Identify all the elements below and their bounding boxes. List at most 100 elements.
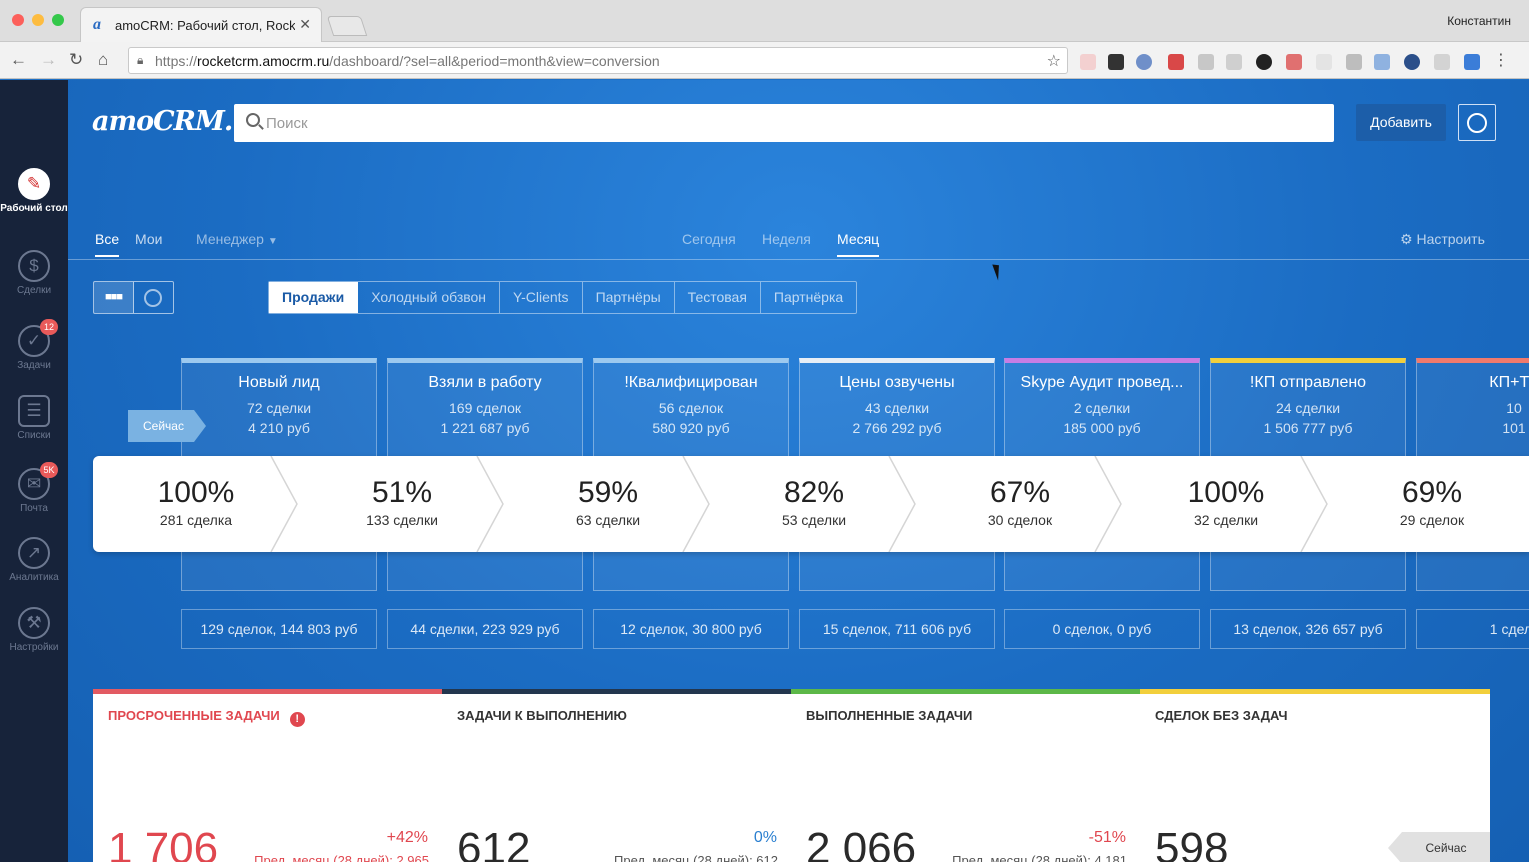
search-input[interactable] [266,104,1316,142]
pipeline-tab[interactable]: Партнёры [583,282,675,313]
browser-toolbar: ← → ↻ ⌂ 🔒︎ https://rocketcrm.amocrm.ru/d… [0,42,1529,79]
extension-icon[interactable] [1136,54,1152,70]
browser-tab[interactable]: a amoCRM: Рабочий стол, Rock ✕ [80,7,322,42]
stage-name: Skype Аудит провед... [1020,374,1184,391]
home-icon[interactable]: ⌂ [98,50,108,70]
tab-close-icon[interactable]: ✕ [299,16,311,33]
browser-menu-icon[interactable]: ⋮ [1493,50,1509,70]
recent-activity-button[interactable] [1458,104,1496,141]
extension-icon[interactable] [1080,54,1096,70]
sidebar-item-label: Почта [20,503,48,514]
stage-lost-deals[interactable]: 1 сделк [1416,609,1529,649]
pipeline-tab[interactable]: Партнёрка [761,282,856,313]
completed-tasks-card[interactable]: ВЫПОЛНЕННЫЕ ЗАДАЧИ 2 066 -51% Пред. меся… [791,689,1141,862]
stage-sum: 4 210 руб [248,420,310,436]
extension-icon[interactable] [1316,54,1332,70]
card-delta: 0% [753,829,777,846]
pipeline-tab[interactable]: Холодный обзвон [358,282,501,313]
stage-deal-count: 72 сделки [246,400,312,416]
stage-lost-deals[interactable]: 13 сделок, 326 657 руб [1210,609,1406,649]
now-label: Сейчас [1388,832,1490,862]
stage-lost-deals[interactable]: 0 сделок, 0 руб [1004,609,1200,649]
extension-icon[interactable] [1346,54,1362,70]
new-tab-button[interactable] [326,16,368,36]
url-scheme: https:// [155,53,198,69]
dashboard-icon: ✎ [18,168,50,200]
period-week[interactable]: Неделя [762,231,811,247]
deals-without-tasks-card[interactable]: СДЕЛОК БЕЗ ЗАДАЧ 598 Сейчас [1140,689,1490,862]
gear-icon: ⚙ [1400,231,1413,247]
tasks-count-badge: 12 [40,319,58,335]
stage-lost-deals[interactable]: 129 сделок, 144 803 руб [181,609,377,649]
pie-chart-icon[interactable] [144,289,162,307]
stage-lost-deals[interactable]: 15 сделок, 711 606 руб [799,609,995,649]
sidebar-item-deals[interactable]: $ Сделки [0,250,68,297]
sidebar-item-analytics[interactable]: ↗ Аналитика [0,537,68,584]
sidebar-item-label: Настройки [9,642,59,653]
card-value: 612 [457,824,531,862]
dollar-icon: $ [18,250,50,282]
stage-name: Цены озвучены [839,374,955,391]
stage-name: !Квалифицирован [624,374,758,391]
stage-deal-count: 56 сделок [658,400,724,416]
stage-name: КП+ТЗ [1489,374,1529,391]
conversion-view-button[interactable]: ■■■ [94,282,134,313]
stage-deal-count: 10 [1506,400,1522,416]
chevron-right-icon [270,456,298,552]
sidebar-item-lists[interactable]: ☰ Списки [0,395,68,442]
lock-icon: 🔒︎ [137,53,144,67]
manager-dropdown[interactable]: Менеджер ▼ [196,231,278,247]
chevron-right-icon [1300,456,1328,552]
filter-all[interactable]: Все [95,231,120,257]
address-bar[interactable]: 🔒︎ https://rocketcrm.amocrm.ru/dashboard… [128,47,1068,74]
extension-icon[interactable] [1256,54,1272,70]
extension-icon[interactable] [1434,54,1450,70]
calendar-extension-icon[interactable] [1168,54,1184,70]
sidebar-item-label: Задачи [17,360,51,371]
pending-tasks-card[interactable]: ЗАДАЧИ К ВЫПОЛНЕНИЮ 612 0% Пред. месяц (… [442,689,792,862]
pipeline-tab[interactable]: Тестовая [675,282,761,313]
period-month[interactable]: Месяц [837,231,880,257]
extension-icon[interactable] [1404,54,1420,70]
stage-lost-deals[interactable]: 12 сделок, 30 800 руб [593,609,789,649]
browser-tabbar: a amoCRM: Рабочий стол, Rock ✕ Константи… [0,0,1529,42]
url-text[interactable]: https://rocketcrm.amocrm.ru/dashboard/?s… [155,53,660,69]
back-icon[interactable]: ← [10,50,27,70]
period-today[interactable]: Сегодня [682,231,736,247]
stage-lost-deals[interactable]: 44 сделки, 223 929 руб [387,609,583,649]
pipeline-tab[interactable]: Y-Clients [500,282,583,313]
extension-icon[interactable] [1198,54,1214,70]
sidebar-item-mail[interactable]: ✉ 5K Почта [0,462,68,515]
bookmark-star-icon[interactable]: ☆ [1047,51,1061,71]
extension-icon[interactable] [1108,54,1124,70]
sidebar-item-label: Аналитика [9,572,59,583]
sidebar-item-dashboard[interactable]: ✎ Рабочий стол [0,168,68,215]
extension-icon[interactable] [1374,54,1390,70]
amocrm-logo[interactable]: amoCRM. [92,106,233,137]
stage-name: Взяли в работу [428,374,542,391]
dashboard: amoCRM. Добавить Все Мои Менеджер ▼ Сего… [68,80,1529,862]
maximize-window-button[interactable] [52,14,64,26]
stage-name: !КП отправлено [1249,374,1367,391]
translate-extension-icon[interactable] [1464,54,1480,70]
card-previous: Пред. месяц (28 дней): 4 181 [952,853,1127,862]
stage-sum: 1 221 687 руб [440,420,530,436]
minimize-window-button[interactable] [32,14,44,26]
pipeline-tab[interactable]: Продажи [269,282,359,313]
forward-icon[interactable]: → [40,50,57,70]
extension-icon[interactable] [1286,54,1302,70]
sidebar-item-settings[interactable]: ⚒ Настройки [0,607,68,654]
profile-name[interactable]: Константин [1447,14,1511,28]
close-window-button[interactable] [12,14,24,26]
add-button[interactable]: Добавить [1356,104,1446,141]
sidebar-item-tasks[interactable]: ✓ 12 Задачи [0,319,68,372]
search-box[interactable] [234,104,1334,142]
reload-icon[interactable]: ↻ [69,50,83,70]
extension-icon[interactable] [1226,54,1242,70]
filter-mine[interactable]: Мои [135,231,162,247]
app-sidebar: ✎ Рабочий стол $ Сделки ✓ 12 Задачи ☰ Сп… [0,80,68,862]
chevron-right-icon [1094,456,1122,552]
conversion-step[interactable]: 69% 29 сделок [1329,456,1529,552]
overdue-tasks-card[interactable]: ПРОСРОЧЕННЫЕ ЗАДАЧИ! 1 706 +42% Пред. ме… [93,689,443,862]
configure-button[interactable]: ⚙ Настроить [1400,231,1485,248]
